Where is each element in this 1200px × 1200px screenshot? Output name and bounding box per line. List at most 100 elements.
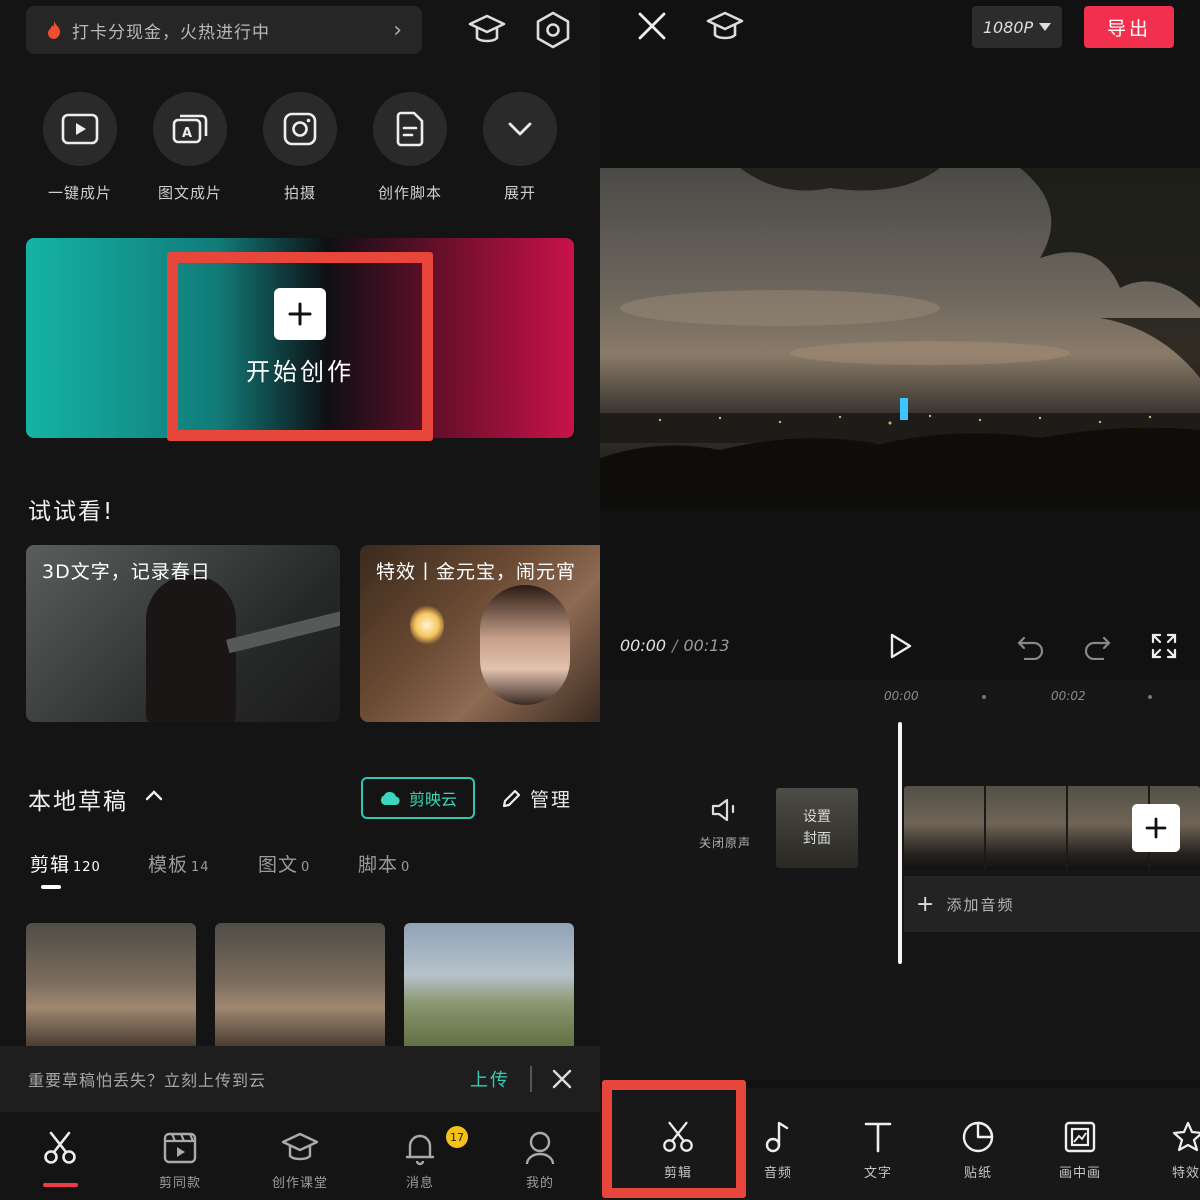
promo-banner[interactable]: 打卡分现金，火热进行中 ›: [26, 6, 422, 54]
nav-me[interactable]: 我的: [490, 1128, 590, 1191]
home-panel: 打卡分现金，火热进行中 › 一键成片 A 图文成片 拍摄 创作脚本 展开 开始创…: [0, 0, 600, 1200]
total-time: 00:13: [683, 636, 730, 655]
close-icon[interactable]: [552, 1069, 572, 1089]
chevron-up-icon[interactable]: [145, 789, 163, 801]
manage-label: 管理: [530, 789, 573, 811]
text-T-icon: [838, 1120, 918, 1154]
add-audio-button[interactable]: + 添加音频: [904, 876, 1200, 932]
close-icon[interactable]: [636, 10, 668, 42]
tab-count: 0: [301, 860, 311, 875]
upload-button[interactable]: 上传: [470, 1066, 510, 1092]
resolution-dropdown[interactable]: 1080P: [972, 6, 1062, 48]
graduation-cap-icon[interactable]: [706, 10, 744, 44]
user-icon: [490, 1128, 590, 1168]
upload-reminder-bar: 重要草稿怕丢失？立刻上传到云 上传: [0, 1046, 600, 1112]
time-display: 00:00 / 00:13: [620, 636, 730, 655]
highlight-box: [602, 1080, 746, 1198]
face-shape: [480, 585, 570, 705]
video-preview: [600, 168, 1200, 508]
template-card[interactable]: 特效丨金元宝，闹元宵: [360, 545, 600, 722]
graduation-cap-icon[interactable]: [465, 8, 509, 52]
playhead[interactable]: [898, 722, 902, 964]
set-cover-button[interactable]: 设置 封面: [776, 788, 858, 868]
tab-count: 14: [191, 860, 210, 875]
tab-count: 120: [73, 860, 101, 875]
tab-count: 0: [401, 860, 411, 875]
plus-icon: [1145, 817, 1167, 839]
tool-label: 展开: [503, 184, 536, 202]
tool-expand[interactable]: 展开: [465, 92, 575, 203]
bridge-shape: [226, 610, 340, 654]
nav-label: 剪同款: [158, 1176, 201, 1191]
cover-label-line2: 封面: [803, 831, 831, 847]
picture-in-picture-icon: [1040, 1120, 1120, 1154]
settings-hex-icon[interactable]: [531, 8, 575, 52]
toolbar-pip[interactable]: 画中画: [1040, 1120, 1120, 1181]
nav-label: 消息: [405, 1176, 434, 1191]
time-separator: /: [672, 636, 678, 655]
add-clip-button[interactable]: [1132, 804, 1180, 852]
toolbar-label: 文字: [863, 1166, 892, 1181]
mute-original-button[interactable]: 关闭原声: [692, 798, 758, 851]
nav-template[interactable]: 剪同款: [130, 1128, 230, 1191]
manage-button[interactable]: 管理: [500, 785, 572, 812]
speaker-icon: [692, 798, 758, 822]
toolbar-sticker[interactable]: 贴纸: [938, 1120, 1018, 1181]
current-time: 00:00: [620, 636, 667, 655]
promo-text: 打卡分现金，火热进行中: [72, 22, 270, 43]
tool-shoot[interactable]: 拍摄: [245, 92, 355, 203]
undo-icon[interactable]: [1016, 634, 1046, 660]
toolbar-label: 特效: [1172, 1166, 1200, 1181]
toolbar-effects[interactable]: 特效: [1140, 1120, 1200, 1181]
svg-text:A: A: [182, 126, 192, 141]
tick-dot: [982, 695, 986, 699]
frame-divider: [1066, 786, 1068, 870]
toolbar-label: 画中画: [1058, 1166, 1101, 1181]
tab-label: 模板: [148, 854, 189, 876]
frame-divider: [984, 786, 986, 870]
caret-down-icon: [1039, 23, 1052, 31]
nav-label: 我的: [525, 1176, 554, 1191]
play-icon[interactable]: [888, 632, 914, 660]
draft-thumbnail[interactable]: [404, 923, 574, 1053]
tab-image-text[interactable]: 图文 0: [258, 850, 310, 877]
plus-icon[interactable]: [274, 288, 326, 340]
add-audio-label: 添加音频: [946, 895, 1015, 914]
plus-icon: +: [916, 891, 937, 917]
toolbar-text[interactable]: 文字: [838, 1120, 918, 1181]
tab-label: 图文: [258, 854, 299, 876]
tab-template[interactable]: 模板 14: [148, 850, 210, 877]
tool-script[interactable]: 创作脚本: [355, 92, 465, 203]
notification-badge: 17: [446, 1126, 468, 1148]
resolution-label: 1080P: [982, 17, 1034, 37]
nav-edit[interactable]: [10, 1128, 110, 1168]
text-image-icon: A: [153, 92, 227, 166]
highlight-box: [167, 252, 433, 441]
tool-one-click[interactable]: 一键成片: [25, 92, 135, 203]
local-drafts-title[interactable]: 本地草稿: [28, 782, 128, 816]
draft-thumbnail[interactable]: [26, 923, 196, 1053]
export-button[interactable]: 导出: [1084, 6, 1174, 48]
card-title: 特效丨金元宝，闹元宵: [376, 561, 577, 583]
cloud-label: 剪映云: [408, 790, 457, 809]
fullscreen-icon[interactable]: [1150, 632, 1178, 660]
card-title: 3D文字，记录春日: [42, 561, 211, 583]
toolbar-audio[interactable]: 音频: [738, 1120, 818, 1181]
time-tick: 00:02: [1051, 689, 1086, 703]
tool-text-image[interactable]: A 图文成片: [135, 92, 245, 203]
script-icon: [373, 92, 447, 166]
tab-script[interactable]: 脚本 0: [358, 850, 410, 877]
draft-thumbnail[interactable]: [215, 923, 385, 1053]
night-city-image: [600, 168, 1200, 508]
tab-edit[interactable]: 剪辑 120: [30, 850, 101, 877]
scissors-icon: [10, 1128, 110, 1168]
glow-light: [410, 605, 444, 645]
nav-class[interactable]: 创作课堂: [250, 1128, 350, 1191]
cloud-button[interactable]: 剪映云: [361, 777, 475, 819]
cover-label-line1: 设置: [803, 809, 831, 825]
music-note-icon: [738, 1120, 818, 1154]
redo-icon[interactable]: [1082, 634, 1112, 660]
effects-star-icon: [1172, 1120, 1200, 1154]
template-card[interactable]: 3D文字，记录春日: [26, 545, 340, 722]
chevron-down-icon: [483, 92, 557, 166]
